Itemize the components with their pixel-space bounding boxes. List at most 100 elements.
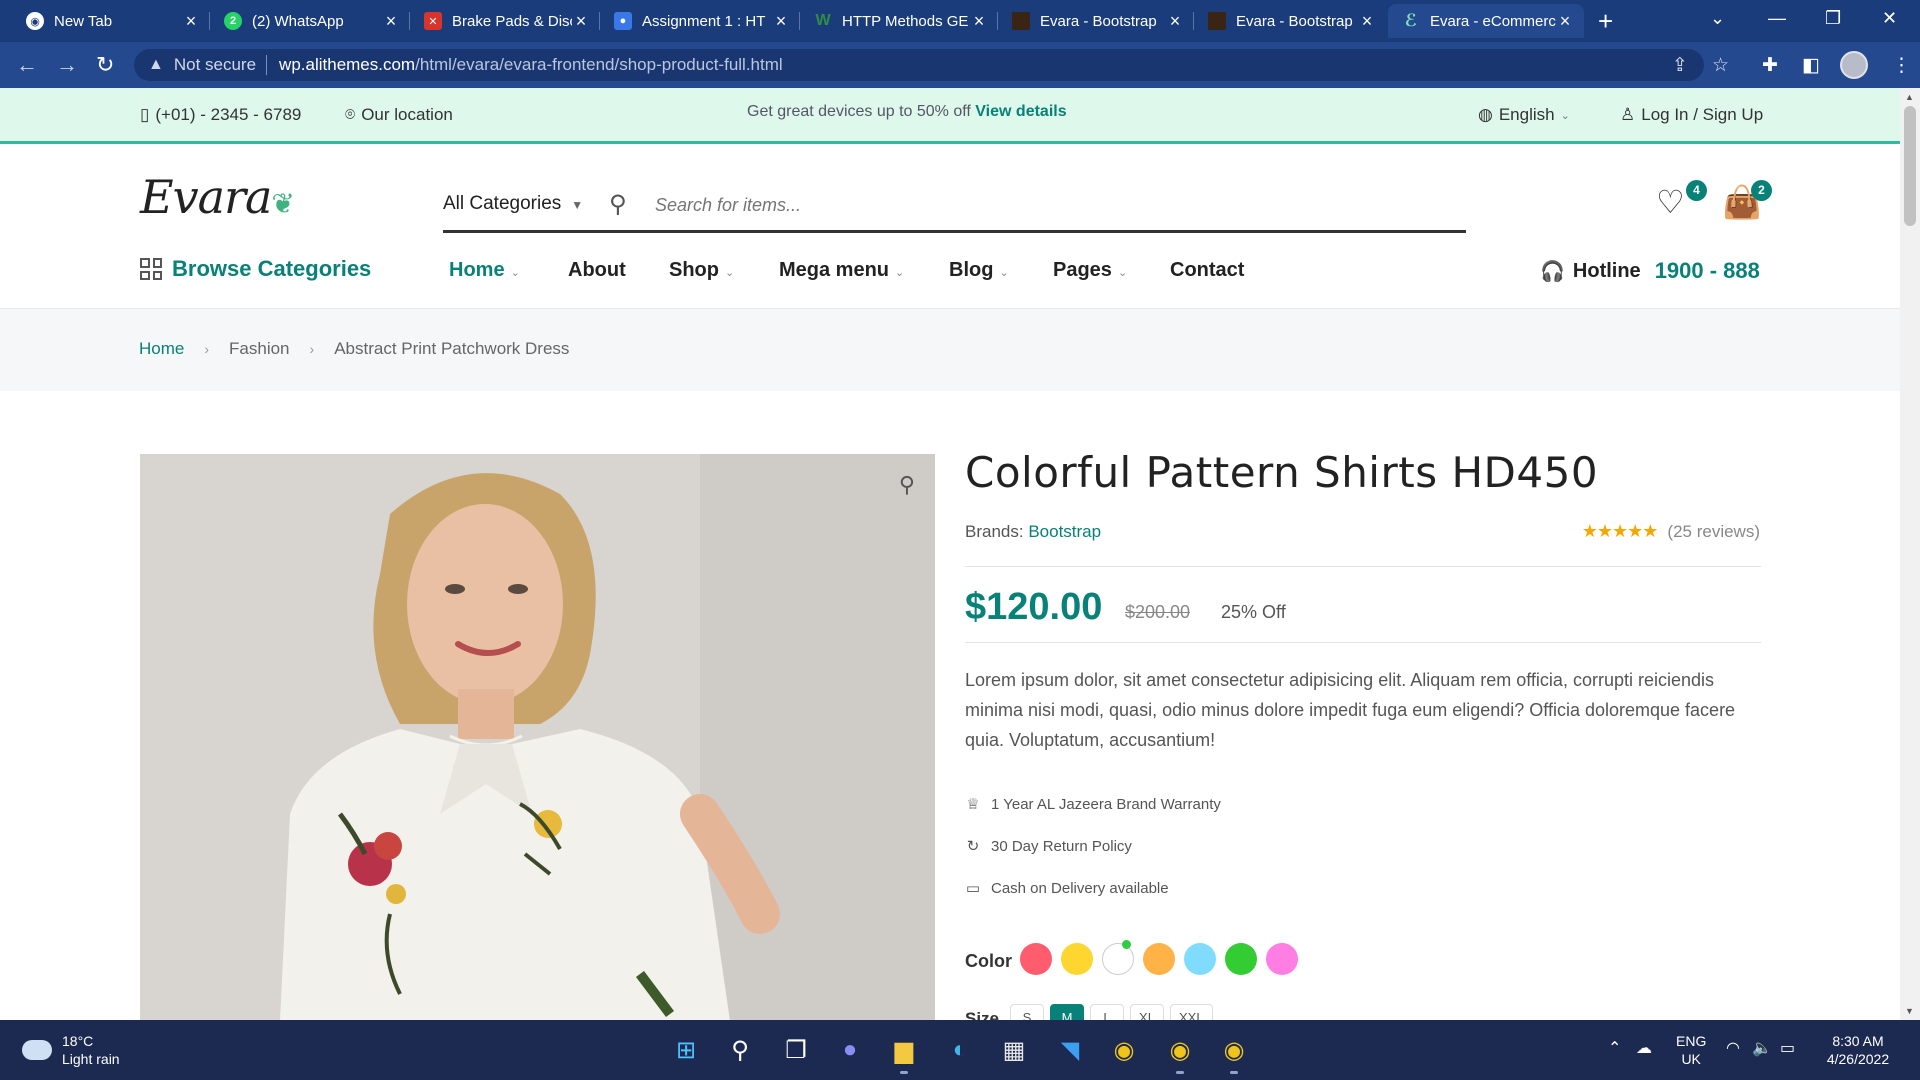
- color-swatch-cyan[interactable]: [1184, 943, 1216, 975]
- scroll-down-arrow-icon[interactable]: ▼: [1905, 1006, 1914, 1016]
- location-link[interactable]: ⌾ Our location: [345, 105, 453, 125]
- breadcrumb-home[interactable]: Home: [139, 339, 184, 359]
- volume-icon[interactable]: 🔈: [1752, 1038, 1772, 1058]
- close-tab-icon[interactable]: ×: [572, 11, 590, 32]
- search-input[interactable]: [655, 191, 1355, 219]
- browser-tab[interactable]: 2 (2) WhatsApp ×: [210, 4, 410, 38]
- color-swatch-pink[interactable]: [1266, 943, 1298, 975]
- profile-avatar[interactable]: [1840, 51, 1868, 79]
- feature-text: 30 Day Return Policy: [991, 837, 1132, 855]
- language-selector[interactable]: ◍ English ⌄: [1478, 105, 1570, 125]
- nav-item-mega-menu[interactable]: Mega menu ⌄: [779, 259, 904, 282]
- search-icon[interactable]: ⚲: [724, 1034, 756, 1066]
- close-tab-icon[interactable]: ×: [1556, 11, 1574, 32]
- close-tab-icon[interactable]: ×: [772, 11, 790, 32]
- color-swatch-red[interactable]: [1020, 943, 1052, 975]
- nav-item-pages[interactable]: Pages ⌄: [1053, 259, 1127, 282]
- browser-tab[interactable]: ● Assignment 1 : HT ×: [600, 4, 800, 38]
- wishlist-heart-icon[interactable]: ♡: [1656, 183, 1685, 221]
- date: 4/26/2022: [1826, 1051, 1890, 1067]
- forward-arrow-icon[interactable]: →: [56, 52, 78, 78]
- browser-tab[interactable]: ◉ New Tab ×: [12, 4, 210, 38]
- close-window-icon[interactable]: ✕: [1882, 8, 1897, 29]
- extensions-puzzle-icon[interactable]: ✚: [1762, 54, 1778, 77]
- reviews-count[interactable]: (25 reviews): [1667, 522, 1760, 542]
- task-view-icon[interactable]: ❐: [780, 1034, 812, 1066]
- bookmark-star-icon[interactable]: ☆: [1712, 54, 1729, 77]
- share-icon[interactable]: ⇪: [1672, 54, 1688, 77]
- feature-warranty: ♕ 1 Year AL Jazeera Brand Warranty: [965, 795, 1221, 814]
- nav-item-contact[interactable]: Contact: [1170, 259, 1244, 282]
- nav-item-home[interactable]: Home ⌄: [449, 259, 520, 282]
- login-signup-link[interactable]: ♙ Log In / Sign Up: [1620, 105, 1763, 125]
- file-explorer-icon[interactable]: ▆: [888, 1034, 920, 1074]
- close-tab-icon[interactable]: ×: [182, 11, 200, 32]
- browser-tab[interactable]: Evara - Bootstrap ×: [1194, 4, 1386, 38]
- security-label[interactable]: Not secure: [174, 55, 256, 75]
- edge-icon[interactable]: ◐: [944, 1034, 976, 1066]
- browse-categories-button[interactable]: Browse Categories: [140, 256, 371, 282]
- color-swatch-white-selected[interactable]: [1102, 940, 1134, 975]
- user-icon: ♙: [1620, 105, 1636, 124]
- browser-tab-active[interactable]: ℰ Evara - eCommerc ×: [1388, 4, 1584, 38]
- omnibox[interactable]: ▲ Not secure wp.alithemes.com/html/evara…: [134, 49, 1704, 81]
- category-select[interactable]: All Categories ▼: [443, 193, 583, 215]
- reload-icon[interactable]: ↻: [96, 52, 114, 78]
- back-arrow-icon[interactable]: ←: [16, 52, 38, 78]
- hotline[interactable]: 🎧 Hotline 1900 - 888: [1540, 258, 1760, 284]
- chrome-icon[interactable]: ◉: [1108, 1034, 1140, 1066]
- language-indicator[interactable]: ENG UK: [1676, 1032, 1706, 1068]
- themeforest-icon: [1012, 12, 1030, 30]
- chrome-profile-icon[interactable]: ◉: [1164, 1034, 1196, 1074]
- chat-icon[interactable]: ●: [834, 1034, 866, 1066]
- caret-down-icon: ▼: [571, 198, 584, 212]
- wifi-icon[interactable]: ◠: [1726, 1038, 1740, 1058]
- close-tab-icon[interactable]: ×: [382, 11, 400, 32]
- chrome-profile-k-icon[interactable]: ◉: [1218, 1034, 1250, 1074]
- windows-start-icon[interactable]: ⊞: [670, 1034, 702, 1066]
- browser-tab[interactable]: Evara - Bootstrap ×: [998, 4, 1194, 38]
- color-swatch-green[interactable]: [1225, 943, 1257, 975]
- scroll-up-arrow-icon[interactable]: ▲: [1905, 92, 1914, 102]
- product-image[interactable]: ⚲: [140, 454, 935, 1021]
- color-swatch-yellow[interactable]: [1061, 943, 1093, 975]
- battery-icon[interactable]: ▭: [1780, 1038, 1795, 1058]
- nav-item-about[interactable]: About: [568, 259, 626, 282]
- close-tab-icon[interactable]: ×: [1358, 11, 1376, 32]
- tray-chevron-up-icon[interactable]: ⌃: [1608, 1038, 1621, 1058]
- page-scrollbar[interactable]: ▲ ▼: [1900, 88, 1920, 1020]
- product-description: Lorem ipsum dolor, sit amet consectetur …: [965, 670, 1736, 750]
- clock[interactable]: 8:30 AM 4/26/2022: [1820, 1032, 1896, 1068]
- new-tab-plus-icon[interactable]: +: [1598, 6, 1613, 37]
- chevron-down-icon: ⌄: [895, 267, 905, 279]
- breadcrumb-bar: Home › Fashion › Abstract Print Patchwor…: [0, 309, 1900, 391]
- search-icon[interactable]: ⚲: [609, 190, 627, 219]
- tab-search-chevron-icon[interactable]: ⌄: [1710, 8, 1725, 29]
- close-tab-icon[interactable]: ×: [970, 11, 988, 32]
- browser-menu-icon[interactable]: ⋮: [1892, 54, 1911, 77]
- restore-icon[interactable]: ❐: [1825, 8, 1841, 29]
- feature-return-policy: ↻ 30 Day Return Policy: [965, 837, 1132, 856]
- close-tab-icon[interactable]: ×: [1166, 11, 1184, 32]
- site-logo[interactable]: Evara❦: [140, 170, 295, 224]
- view-details-link[interactable]: View details: [975, 103, 1066, 120]
- url-host: wp.alithemes.com: [279, 55, 416, 74]
- breadcrumb-fashion[interactable]: Fashion: [229, 339, 289, 359]
- feature-text: Cash on Delivery available: [991, 879, 1169, 897]
- classroom-icon: ●: [614, 12, 632, 30]
- brand-link[interactable]: Bootstrap: [1028, 522, 1101, 541]
- side-panel-icon[interactable]: ◧: [1802, 54, 1820, 77]
- weather-widget[interactable]: 18°C Light rain: [22, 1032, 120, 1068]
- nav-item-shop[interactable]: Shop ⌄: [669, 259, 734, 282]
- tab-title: Evara - Bootstrap: [1040, 12, 1157, 30]
- scrollbar-thumb[interactable]: [1904, 106, 1916, 226]
- browser-tab[interactable]: W HTTP Methods GE ×: [800, 4, 998, 38]
- zoom-magnifier-icon[interactable]: ⚲: [899, 472, 915, 498]
- browser-tab[interactable]: ✕ Brake Pads & Disc ×: [410, 4, 600, 38]
- nav-item-blog[interactable]: Blog ⌄: [949, 259, 1009, 282]
- vscode-icon[interactable]: ◥: [1054, 1034, 1086, 1066]
- minimize-icon[interactable]: —: [1768, 8, 1786, 29]
- onedrive-icon[interactable]: ☁: [1636, 1038, 1652, 1058]
- microsoft-store-icon[interactable]: ▦: [998, 1034, 1030, 1066]
- color-swatch-orange[interactable]: [1143, 943, 1175, 975]
